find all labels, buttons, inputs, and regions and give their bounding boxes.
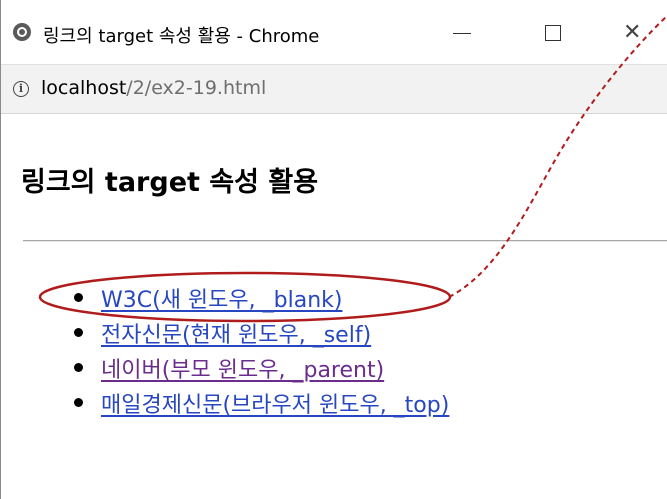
url-host: localhost (41, 77, 127, 99)
chrome-logo-icon (13, 23, 31, 41)
link-w3c[interactable]: W3C(새 윈도우, _blank) (101, 282, 342, 314)
page-title: 링크의 target 속성 활용 (21, 167, 319, 198)
link-mk[interactable]: 매일경제신문(브라우저 윈도우, _top) (101, 387, 449, 419)
minimize-button[interactable] (438, 14, 488, 52)
bullet-icon (74, 293, 83, 302)
close-icon: ✕ (623, 20, 642, 45)
link-etnews[interactable]: 전자신문(현재 윈도우, _self) (101, 317, 371, 349)
address-bar[interactable]: i localhost/2/ex2-19.html (1, 64, 667, 114)
window-title: 링크의 target 속성 활용 - Chrome (43, 26, 320, 47)
close-button[interactable]: ✕ (609, 14, 659, 52)
bullet-icon (74, 398, 83, 407)
minimize-icon (453, 33, 471, 34)
link-naver[interactable]: 네이버(부모 윈도우, _parent) (101, 352, 384, 384)
info-icon[interactable]: i (13, 81, 29, 97)
url-text[interactable]: localhost/2/ex2-19.html (41, 77, 266, 99)
maximize-icon (545, 25, 561, 41)
bullet-icon (74, 363, 83, 372)
horizontal-rule (23, 240, 667, 242)
bullet-icon (74, 328, 83, 337)
page-content: 링크의 target 속성 활용 W3C(새 윈도우, _blank) 전자신문… (1, 114, 667, 499)
url-path: /2/ex2-19.html (126, 77, 267, 99)
maximize-button[interactable] (529, 14, 579, 52)
title-bar: 링크의 target 속성 활용 - Chrome ✕ (1, 0, 667, 64)
browser-window: 링크의 target 속성 활용 - Chrome ✕ i localhost/… (0, 0, 667, 499)
